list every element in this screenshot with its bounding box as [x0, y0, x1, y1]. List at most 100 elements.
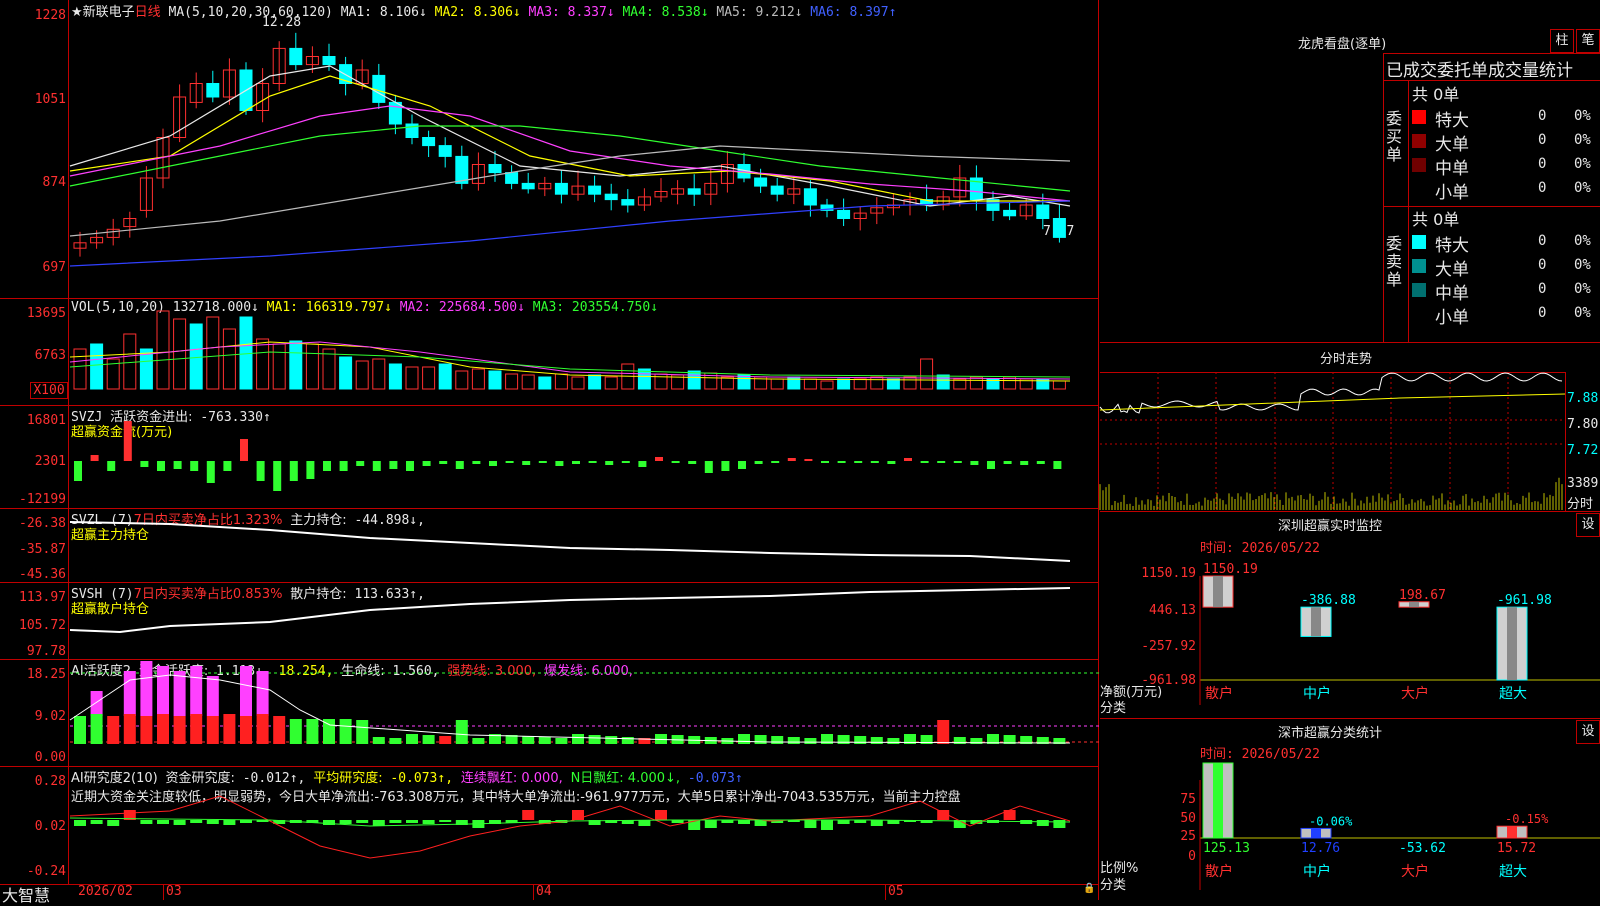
ai1-axis-2: 9.02 [34, 709, 66, 724]
ai1-bar [240, 716, 252, 744]
svzj-bar [240, 439, 248, 461]
volume-bar [405, 366, 419, 390]
ai2-item3: 连续飘红: 0.000, [460, 771, 563, 786]
fenshi-axis-3: 7.72 [1567, 443, 1599, 458]
ai1-line [69, 674, 1071, 744]
monitor-category: 中户 [1303, 685, 1331, 702]
ai1-bar [754, 735, 767, 744]
svzj-bar [90, 455, 99, 461]
ai1-bar [107, 716, 120, 744]
svzj-bar [754, 461, 763, 464]
order-total: 共 0单 [1412, 210, 1460, 229]
stat-category-label: 分类 [1100, 878, 1127, 893]
ai1-bar [439, 736, 452, 744]
candle-body [754, 177, 768, 187]
fenshi-chart[interactable] [1099, 372, 1566, 510]
ai-activity-chart[interactable] [69, 661, 1100, 762]
svzj-bar [273, 461, 282, 491]
svzj-bar [671, 461, 680, 463]
volume-bar [455, 370, 469, 390]
svzj-chart[interactable] [70, 406, 1100, 506]
ma-line [69, 65, 1071, 207]
volume-bar [505, 373, 519, 390]
ai-research-chart[interactable] [69, 795, 1100, 876]
svzl-chart[interactable] [69, 510, 1100, 580]
order-percent: 0% [1574, 156, 1591, 172]
ai2-bar [406, 820, 418, 823]
monitor-bar-label: -386.88 [1301, 593, 1356, 608]
svzj-bar [140, 461, 149, 467]
stat-bar-chart[interactable]: 125.13 散户 -0.06% 12.76 中户 -53.62 大户 -0.15% 15.72… [1199, 740, 1600, 900]
candle-body [322, 56, 336, 66]
monitor-title: 深圳超赢实时监控 [1278, 519, 1383, 534]
ai1-bar [555, 738, 568, 744]
volume-chart[interactable] [69, 310, 1100, 397]
svzj-bar [173, 461, 182, 469]
stat-axis-2: 50 [1180, 811, 1196, 826]
order-color-swatch [1412, 307, 1426, 321]
svzj-bar [987, 461, 995, 469]
candle-body [837, 209, 851, 219]
volume-bar [422, 366, 436, 390]
svzj-bar [190, 461, 199, 471]
volume-bar [256, 338, 270, 390]
svsh-line [69, 587, 1071, 634]
vol-ma-values: MA1: 166319.797↓ MA2: 225684.500↓ MA3: 2… [267, 300, 658, 315]
volume-bar [173, 318, 187, 390]
volume-bar [853, 378, 867, 390]
tick-mode-button[interactable]: 笔 [1576, 29, 1600, 53]
volume-bar [156, 310, 170, 390]
lock-icon[interactable]: 🔒 [1083, 883, 1095, 894]
ma-line [69, 75, 1070, 202]
bar-mode-button[interactable]: 柱 [1550, 29, 1574, 53]
svzj-bar [489, 461, 497, 466]
svsh-chart[interactable] [69, 584, 1100, 658]
volume-bar [820, 380, 834, 390]
monitor-settings-button[interactable]: 设 [1576, 513, 1600, 537]
stat-category: 超大 [1499, 864, 1527, 880]
vol-legend: VOL(5,10,20) 132718.000↓ MA1: 166319.797… [71, 300, 658, 315]
volume-bar [471, 368, 485, 390]
ai1-magenta-bar [157, 666, 169, 716]
ai1-bar [339, 719, 352, 744]
svzj-bar [787, 458, 796, 461]
order-type-label: 中单 [1435, 159, 1469, 179]
svzj-bar [256, 461, 265, 481]
ai1-magenta-bar [173, 671, 186, 716]
ai1-bar [256, 714, 269, 744]
svzl-axis-1: -26.38 [19, 516, 66, 531]
volume-bar [322, 348, 336, 390]
vol-ma-line [69, 341, 1071, 382]
candle-body [770, 185, 784, 195]
ma-line [69, 125, 1071, 192]
svzj-bar [904, 458, 912, 461]
ai2-v5: -0.073↑ [687, 771, 743, 786]
ai1-bar [787, 737, 800, 744]
monitor-bar-chart[interactable]: 1150.19 散户 -386.88 中户 198.67 大户 -961.98 超大 [1199, 540, 1600, 720]
timeline-label-feb: 2026/02 [78, 884, 133, 899]
svzj-bar [953, 461, 962, 463]
order-percent: 0% [1574, 108, 1591, 124]
order-percent: 0% [1574, 180, 1591, 196]
order-count: 0 [1538, 257, 1547, 273]
ai1-bar [356, 720, 369, 744]
ai2-bar [738, 820, 750, 824]
right-divider [1100, 342, 1600, 343]
candlestick-chart[interactable] [69, 16, 1100, 296]
ai2-bar [837, 820, 850, 824]
svzj-bar [721, 461, 730, 471]
ai2-bar [140, 820, 153, 824]
svzj-bar [74, 461, 82, 481]
svzj-bar [887, 461, 896, 464]
order-type-label: 中单 [1435, 284, 1469, 304]
svzj-bar [289, 461, 298, 481]
ai2-item1: 资金研究度: [165, 771, 235, 786]
ai2-bar [339, 820, 352, 824]
legend-item: MA2: 225684.500↓ [391, 300, 525, 315]
ai1-bar [804, 738, 817, 744]
volume-bar [538, 376, 552, 390]
monitor-category: 大户 [1401, 685, 1429, 702]
volume-bar [687, 370, 701, 390]
svzj-bar [572, 461, 580, 464]
fenshi-axis-1: 7.88 [1567, 391, 1599, 406]
